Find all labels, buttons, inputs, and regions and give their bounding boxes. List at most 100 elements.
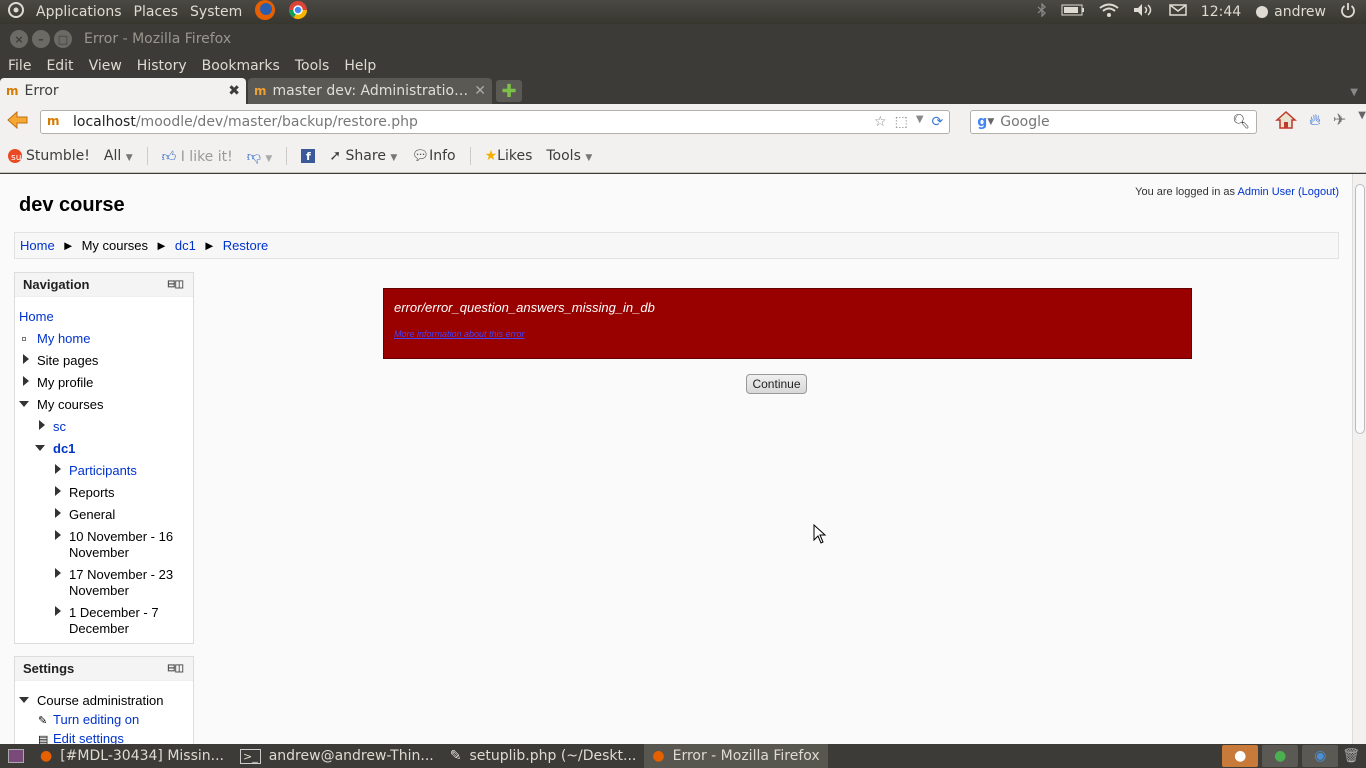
page-action-icon[interactable]: ⬚ [895,114,908,130]
back-icon[interactable] [6,110,28,134]
breadcrumb-dc1[interactable]: dc1 [175,238,196,253]
search-input[interactable] [1000,114,1233,130]
expand-arrow-icon[interactable] [55,606,61,616]
nav-course-sc[interactable]: sc [53,419,66,434]
expand-arrow-icon[interactable] [55,568,61,578]
collapse-arrow-icon[interactable] [35,445,45,451]
new-tab-button[interactable]: ✚ [496,80,522,102]
power-icon[interactable] [1340,2,1356,22]
workspace-chrome-icon[interactable]: ● [1262,745,1299,767]
nav-reports[interactable]: Reports [69,485,115,500]
nav-week-1-line1[interactable]: 10 November - 16 [69,529,173,544]
menu-edit[interactable]: Edit [46,58,73,74]
firefox-launcher-icon[interactable] [254,0,276,25]
applications-menu[interactable]: Applications [36,4,122,20]
ubuntu-logo-icon[interactable] [8,2,24,22]
close-tab-icon[interactable]: ✕ [474,83,486,99]
nav-week-3-line2[interactable]: December [69,621,129,636]
edit-settings-link[interactable]: Edit settings [53,731,124,744]
collapse-arrow-icon[interactable] [19,697,29,703]
taskbar-item[interactable]: ● [#MDL-30434] Missin... [32,744,232,768]
stumble-button[interactable]: su Stumble! [8,148,90,164]
facebook-icon[interactable]: f [301,149,316,163]
nav-home[interactable]: Home [19,309,54,324]
clock[interactable]: 12:44 [1201,4,1241,20]
minimize-window-button[interactable]: – [32,30,50,48]
likes-button[interactable]: ★Likes [485,148,533,164]
nav-course-dc1[interactable]: dc1 [53,441,75,456]
nav-my-courses[interactable]: My courses [37,397,103,412]
search-icon[interactable]: 🔍︎ [1232,114,1250,130]
battery-icon[interactable] [1061,4,1085,20]
scrollbar-thumb[interactable] [1355,184,1365,434]
menu-tools[interactable]: Tools [295,58,330,74]
settings-course-administration[interactable]: Course administration [37,693,163,708]
expand-arrow-icon[interactable] [55,508,61,518]
firebug-icon[interactable]: 🔥︎ [1309,110,1321,134]
expand-arrow-icon[interactable] [55,530,61,540]
more-info-link[interactable]: More information about this error [394,329,525,339]
page-scrollbar[interactable] [1352,174,1366,744]
taskbar-item[interactable]: ✎ setuplib.php (~/Deskt... [442,744,645,768]
search-bar[interactable]: g ▼ 🔍︎ [970,110,1258,134]
tab-administration[interactable]: m master dev: Administration... ✕ [248,78,492,104]
site-identity-icon[interactable]: m [47,114,65,130]
close-window-button[interactable]: × [10,30,28,48]
expand-arrow-icon[interactable] [55,464,61,474]
nav-week-1-line2[interactable]: November [69,545,129,560]
block-controls-icon[interactable]: ⊟◫ [167,663,184,674]
tab-error[interactable]: m Error ✖ [0,78,246,104]
expand-arrow-icon[interactable] [23,354,29,364]
menu-help[interactable]: Help [344,58,376,74]
nav-my-home[interactable]: My home [37,331,90,346]
nav-site-pages[interactable]: Site pages [37,353,98,368]
bluetooth-icon[interactable] [1037,2,1047,21]
home-icon[interactable] [1275,110,1298,134]
addon-icon[interactable]: ✈ [1333,110,1346,134]
bookmark-star-icon[interactable]: ☆ [874,114,887,130]
tab-list-icon[interactable]: ▼ [1350,87,1358,98]
logout-link[interactable]: (Logout) [1298,186,1339,198]
admin-user-link[interactable]: Admin User [1237,186,1294,198]
url-bar[interactable]: m localhost/moodle/dev/master/backup/res… [40,110,951,134]
taskbar-item[interactable]: >_ andrew@andrew-Thin... [232,744,442,768]
all-dropdown[interactable]: All ▼ [104,148,133,164]
nav-week-2-line2[interactable]: November [69,583,129,598]
share-button[interactable]: ➚ Share ▼ [329,148,397,164]
mail-icon[interactable] [1169,4,1187,20]
info-button[interactable]: 💬︎Info [411,148,455,164]
trash-icon[interactable]: 🗑︎ [1342,748,1360,764]
show-desktop-icon[interactable] [8,749,24,763]
turn-editing-on-link[interactable]: Turn editing on [53,712,139,727]
workspace-app-icon[interactable]: ◉ [1302,745,1339,767]
menu-bookmarks[interactable]: Bookmarks [202,58,280,74]
menu-view[interactable]: View [89,58,122,74]
expand-arrow-icon[interactable] [23,376,29,386]
menu-file[interactable]: File [8,58,31,74]
engine-dropdown-icon[interactable]: ▼ [987,117,994,127]
tools-dropdown[interactable]: Tools ▼ [546,148,592,164]
collapse-arrow-icon[interactable] [19,401,29,407]
block-controls-icon[interactable]: ⊟◫ [167,279,184,290]
continue-button[interactable]: Continue [746,374,807,394]
breadcrumb-restore[interactable]: Restore [223,238,269,253]
breadcrumb-home[interactable]: Home [20,238,55,253]
nav-my-profile[interactable]: My profile [37,375,93,390]
taskbar-item[interactable]: ● Error - Mozilla Firefox [644,744,828,768]
places-menu[interactable]: Places [134,4,179,20]
url-dropdown-icon[interactable]: ▼ [916,114,924,130]
chrome-launcher-icon[interactable] [288,0,308,24]
wifi-icon[interactable] [1099,3,1119,21]
user-menu[interactable]: andrew [1255,4,1326,20]
close-tab-icon[interactable]: ✖ [228,83,240,99]
workspace-firefox-icon[interactable]: ● [1222,745,1259,767]
volume-icon[interactable] [1133,3,1155,21]
maximize-window-button[interactable]: □ [54,30,72,48]
toolbar-overflow-icon[interactable]: ▼ [1358,110,1366,134]
system-menu[interactable]: System [190,4,242,20]
dislike-button[interactable]: 👎︎ ▼ [247,148,273,165]
reload-icon[interactable]: ⟳ [932,114,944,130]
google-engine-icon[interactable]: g [977,114,987,130]
like-button[interactable]: 👍︎ I like it! [162,148,233,165]
expand-arrow-icon[interactable] [55,486,61,496]
